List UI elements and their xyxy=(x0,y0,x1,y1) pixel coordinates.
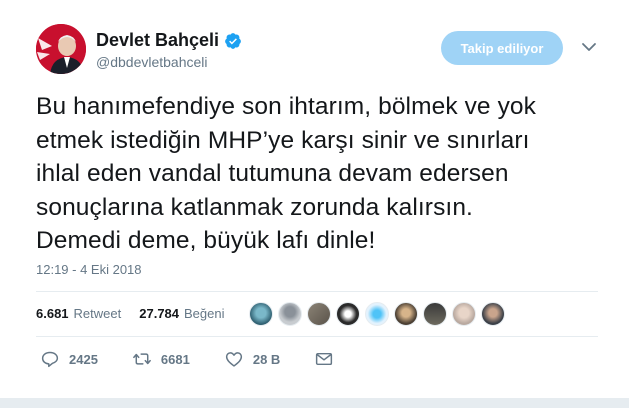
liker-avatars xyxy=(249,302,510,326)
bottom-divider xyxy=(0,398,629,408)
tweet-text-line: sonuçlarına katlanmak zorunda kalırsın. xyxy=(36,193,473,221)
reply-count: 2425 xyxy=(69,351,98,367)
tweet-stats: 6.681 Retweet 27.784 Beğeni xyxy=(36,306,243,321)
heart-icon xyxy=(225,352,242,367)
direct-message-button[interactable] xyxy=(314,350,334,368)
divider xyxy=(36,336,598,337)
verified-badge-icon xyxy=(225,32,241,49)
like-button[interactable]: 28 B xyxy=(224,350,280,368)
like-stat-count[interactable]: 27.784 xyxy=(139,306,179,321)
liker-avatar[interactable] xyxy=(336,302,360,326)
liker-avatar[interactable] xyxy=(249,302,273,326)
tweet-actions: 2425 6681 28 B xyxy=(40,350,334,368)
tweet-text-line: Bu hanımefendiye son ihtarım, bölmek ve … xyxy=(36,93,536,120)
avatar[interactable] xyxy=(36,24,86,74)
like-stat-label[interactable]: Beğeni xyxy=(184,306,224,321)
tweet-text: Bu hanımefendiye son ihtarım, bölmek ve … xyxy=(36,90,606,258)
reply-icon xyxy=(41,351,59,368)
tweet-text-line: Demedi deme, büyük lafı dinle! xyxy=(36,227,376,254)
user-handle[interactable]: @dbdevletbahceli xyxy=(96,54,208,70)
chevron-down-icon[interactable] xyxy=(580,40,598,54)
following-button[interactable]: Takip ediliyor xyxy=(441,31,563,65)
envelope-icon xyxy=(316,352,333,366)
liker-avatar[interactable] xyxy=(481,302,505,326)
retweet-count: 6681 xyxy=(160,351,190,367)
reply-button[interactable]: 2425 xyxy=(40,350,98,368)
liker-avatar[interactable] xyxy=(423,302,447,326)
liker-avatar[interactable] xyxy=(307,302,331,326)
retweet-stat-label[interactable]: Retweet xyxy=(74,306,122,321)
tweet-text-line: ihlal eden vandal tutumuna devam edersen xyxy=(36,160,509,187)
tweet-timestamp[interactable]: 12:19 - 4 Eki 2018 xyxy=(36,262,142,277)
retweet-button[interactable]: 6681 xyxy=(132,350,190,368)
liker-avatar[interactable] xyxy=(365,302,389,326)
liker-avatar[interactable] xyxy=(278,302,302,326)
retweet-stat-count[interactable]: 6.681 xyxy=(36,306,69,321)
liker-avatar[interactable] xyxy=(452,302,476,326)
divider xyxy=(36,291,598,292)
tweet-card: Devlet Bahçeli @dbdevletbahceli Takip ed… xyxy=(0,0,629,408)
liker-avatar[interactable] xyxy=(394,302,418,326)
user-name[interactable]: Devlet Bahçeli xyxy=(96,30,219,51)
retweet-icon xyxy=(133,353,151,365)
like-count: 28 B xyxy=(252,351,281,367)
tweet-text-line: etmek istediğin MHP’ye karşı sinir ve sı… xyxy=(36,126,530,154)
